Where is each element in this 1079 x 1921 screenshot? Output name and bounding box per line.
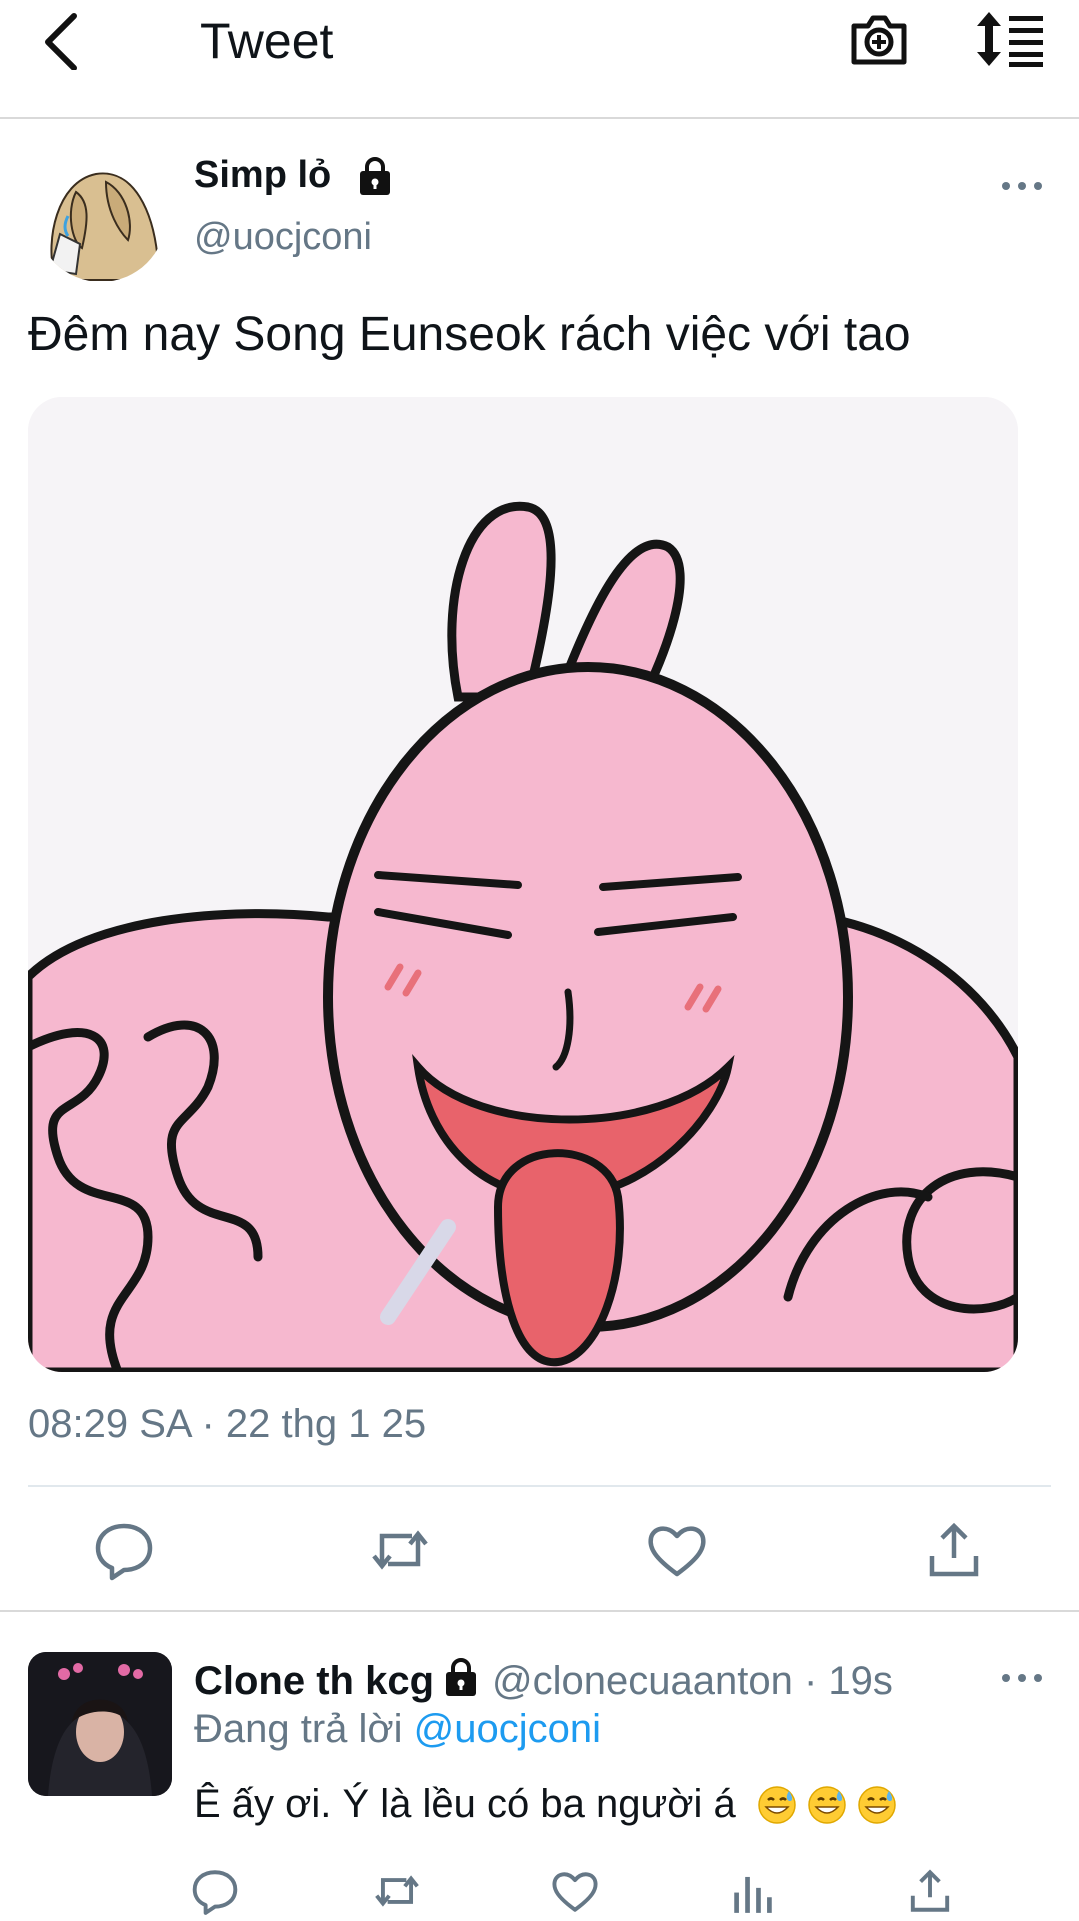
tweet-timestamp: 08:29 SA · 22 thg 1 25 bbox=[28, 1402, 427, 1446]
reply-time: · 19s bbox=[803, 1659, 893, 1703]
sort-icon bbox=[977, 12, 1043, 67]
camera-button[interactable] bbox=[848, 8, 910, 70]
reply-like-button[interactable] bbox=[550, 1866, 600, 1916]
reply-header: Clone th kcg @clonecuaanton · 19s bbox=[194, 1656, 893, 1706]
lock-icon bbox=[356, 157, 394, 197]
reply-icon bbox=[95, 1523, 153, 1581]
share-icon bbox=[929, 1522, 979, 1577]
reply-share-button[interactable] bbox=[905, 1866, 955, 1916]
reply-retweet-button[interactable] bbox=[372, 1866, 422, 1916]
reply-button[interactable] bbox=[92, 1518, 156, 1582]
section-divider bbox=[0, 1610, 1079, 1612]
share-button[interactable] bbox=[922, 1518, 986, 1582]
grinning-sweat-emoji-icon bbox=[757, 1785, 797, 1825]
replying-label: Đang trả lời bbox=[194, 1707, 403, 1751]
page-title: Tweet bbox=[200, 13, 334, 69]
grinning-sweat-emoji-icon bbox=[857, 1785, 897, 1825]
tweet-actions bbox=[0, 1510, 1079, 1590]
analytics-icon bbox=[734, 1876, 772, 1913]
reply-author-avatar[interactable] bbox=[28, 1652, 172, 1796]
divider bbox=[28, 1485, 1051, 1487]
back-button[interactable] bbox=[36, 10, 96, 71]
like-icon bbox=[552, 1872, 598, 1912]
avatar-photo bbox=[28, 1652, 172, 1796]
mention-link[interactable]: @uocjconi bbox=[414, 1707, 601, 1751]
reply-reply-button[interactable] bbox=[190, 1866, 240, 1916]
more-options-button[interactable] bbox=[1000, 168, 1044, 204]
tweet-text: Đêm nay Song Eunseok rách việc với tao bbox=[28, 308, 911, 361]
replying-to: Đang trả lời @uocjconi bbox=[194, 1704, 601, 1754]
reply-text: Ê ấy ơi. Ý là lều có ba người á bbox=[194, 1782, 736, 1826]
chevron-left-icon bbox=[45, 13, 77, 71]
lock-icon bbox=[442, 1658, 480, 1698]
like-button[interactable] bbox=[645, 1518, 709, 1582]
retweet-icon bbox=[375, 1875, 419, 1907]
more-icon bbox=[1002, 182, 1042, 190]
sort-button[interactable] bbox=[975, 10, 1047, 68]
author-name[interactable]: Simp lỏ bbox=[194, 152, 331, 198]
more-icon bbox=[1002, 1674, 1042, 1682]
reply-text-row: Ê ấy ơi. Ý là lều có ba người á bbox=[194, 1778, 897, 1830]
share-icon bbox=[910, 1869, 950, 1912]
tweet-media-image[interactable] bbox=[28, 397, 1018, 1372]
reply-icon bbox=[192, 1870, 238, 1915]
reply-author-handle[interactable]: @clonecuaanton bbox=[492, 1659, 793, 1703]
author-avatar[interactable] bbox=[36, 152, 166, 282]
pink-bunny-illustration bbox=[28, 397, 1018, 1372]
author-handle[interactable]: @uocjconi bbox=[194, 214, 372, 260]
reply-author-name[interactable]: Clone th kcg bbox=[194, 1659, 434, 1703]
camera-add-icon bbox=[851, 15, 907, 65]
like-icon bbox=[648, 1526, 706, 1577]
top-bar: Tweet bbox=[0, 0, 1079, 119]
reply-analytics-button[interactable] bbox=[728, 1866, 778, 1916]
retweet-button[interactable] bbox=[368, 1518, 432, 1582]
avatar-dog-image bbox=[36, 152, 166, 282]
grinning-sweat-emoji-icon bbox=[807, 1785, 847, 1825]
reply-actions bbox=[0, 1856, 1079, 1920]
reply-more-options-button[interactable] bbox=[1000, 1660, 1044, 1696]
retweet-icon bbox=[372, 1530, 428, 1570]
